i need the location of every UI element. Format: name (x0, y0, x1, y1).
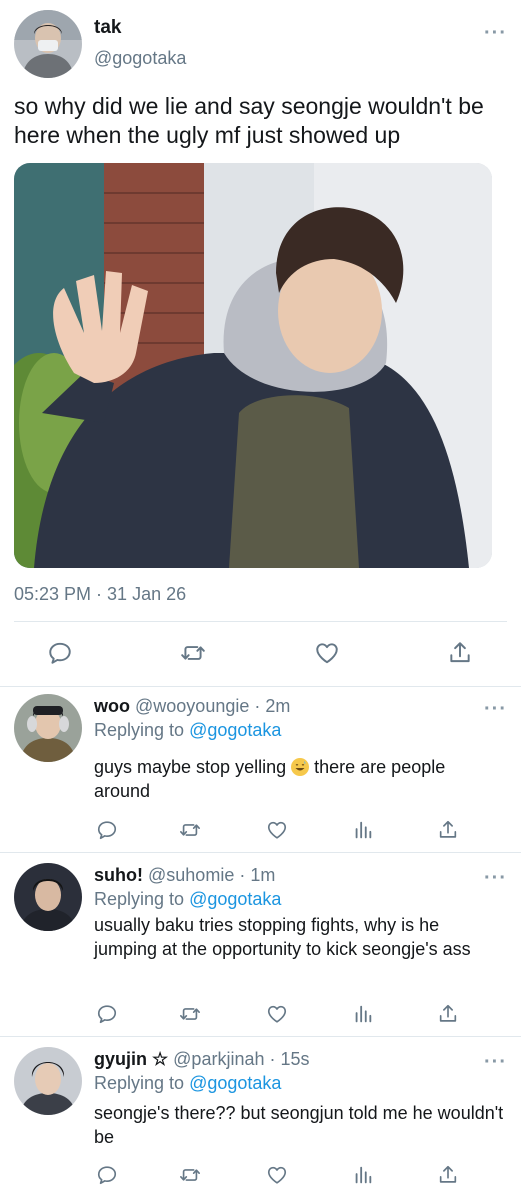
tweet-photo[interactable] (14, 163, 492, 568)
like-icon[interactable] (266, 819, 288, 841)
reply-header: suho! @suhomie · 1m (94, 865, 275, 886)
share-icon[interactable] (437, 1003, 459, 1025)
avatar-image (14, 1047, 82, 1115)
reply-text: usually baku tries stopping fights, why … (94, 915, 471, 959)
replying-to-label: Replying to (94, 1073, 185, 1093)
share-icon[interactable] (437, 819, 459, 841)
like-icon[interactable] (314, 640, 340, 666)
photo-image (14, 163, 492, 568)
divider (14, 621, 507, 622)
reply-icon[interactable] (96, 1164, 118, 1186)
reply-time: · 2m (254, 696, 291, 716)
grinning-sweat-emoji (291, 758, 310, 776)
reply-icon[interactable] (96, 1003, 118, 1025)
analytics-icon[interactable] (352, 819, 374, 841)
reply-time: · 15s (269, 1049, 310, 1069)
reply-tweet[interactable]: woo @wooyoungie · 2m ··· Replying to @go… (0, 687, 521, 852)
share-icon[interactable] (437, 1164, 459, 1186)
reply-time: · 1m (239, 865, 276, 885)
avatar[interactable] (14, 694, 82, 762)
more-dots-icon[interactable]: ··· (484, 699, 507, 719)
avatar-image (14, 10, 82, 78)
retweet-icon[interactable] (178, 819, 202, 841)
replying-to: Replying to @gogotaka (94, 1073, 281, 1094)
author-name[interactable]: tak (94, 17, 121, 39)
reply-author-name[interactable]: gyujin ☆ (94, 1049, 168, 1069)
reply-author-handle[interactable]: @wooyoungie (135, 696, 249, 716)
avatar[interactable] (14, 10, 82, 78)
reply-icon[interactable] (96, 819, 118, 841)
reply-author-name[interactable]: suho! (94, 865, 143, 885)
like-icon[interactable] (266, 1003, 288, 1025)
analytics-icon[interactable] (352, 1164, 374, 1186)
more-dots-icon[interactable]: ··· (484, 868, 507, 888)
retweet-icon[interactable] (178, 1164, 202, 1186)
reply-tweet[interactable]: suho! @suhomie · 1m ··· Replying to @gog… (0, 853, 521, 1036)
retweet-icon[interactable] (179, 640, 207, 666)
replying-to-link[interactable]: @gogotaka (189, 720, 281, 740)
replying-to-link[interactable]: @gogotaka (189, 1073, 281, 1093)
like-icon[interactable] (266, 1164, 288, 1186)
reply-text-part: guys maybe stop yelling (94, 757, 287, 777)
tweet-timestamp: 05:23 PM · 31 Jan 26 (14, 584, 187, 604)
avatar[interactable] (14, 863, 82, 931)
reply-text: seongje's there?? but seongjun told me h… (94, 1103, 504, 1147)
analytics-icon[interactable] (352, 1003, 374, 1025)
avatar-image (14, 863, 82, 931)
reply-author-handle[interactable]: @suhomie (148, 865, 234, 885)
reply-tweet[interactable]: gyujin ☆ @parkjinah · 15s ··· Replying t… (0, 1037, 521, 1199)
more-dots-icon[interactable]: ··· (484, 23, 507, 43)
more-dots-icon[interactable]: ··· (484, 1052, 507, 1072)
replying-to: Replying to @gogotaka (94, 720, 281, 741)
author-handle[interactable]: @gogotaka (94, 48, 186, 69)
replying-to-label: Replying to (94, 720, 185, 740)
avatar[interactable] (14, 1047, 82, 1115)
avatar-image (14, 694, 82, 762)
replying-to-link[interactable]: @gogotaka (189, 889, 281, 909)
replying-to-label: Replying to (94, 889, 185, 909)
reply-author-handle[interactable]: @parkjinah (173, 1049, 264, 1069)
reply-author-name[interactable]: woo (94, 696, 130, 716)
reply-icon[interactable] (47, 640, 73, 666)
main-tweet: tak @gogotaka ··· so why did we lie and … (0, 0, 521, 686)
reply-text: guys maybe stop yelling there are people… (94, 755, 504, 803)
retweet-icon[interactable] (178, 1003, 202, 1025)
reply-header: gyujin ☆ @parkjinah · 15s (94, 1049, 310, 1070)
share-icon[interactable] (447, 640, 473, 666)
reply-header: woo @wooyoungie · 2m (94, 696, 290, 717)
tweet-text: so why did we lie and say seongje wouldn… (14, 93, 484, 148)
replying-to: Replying to @gogotaka (94, 889, 281, 910)
